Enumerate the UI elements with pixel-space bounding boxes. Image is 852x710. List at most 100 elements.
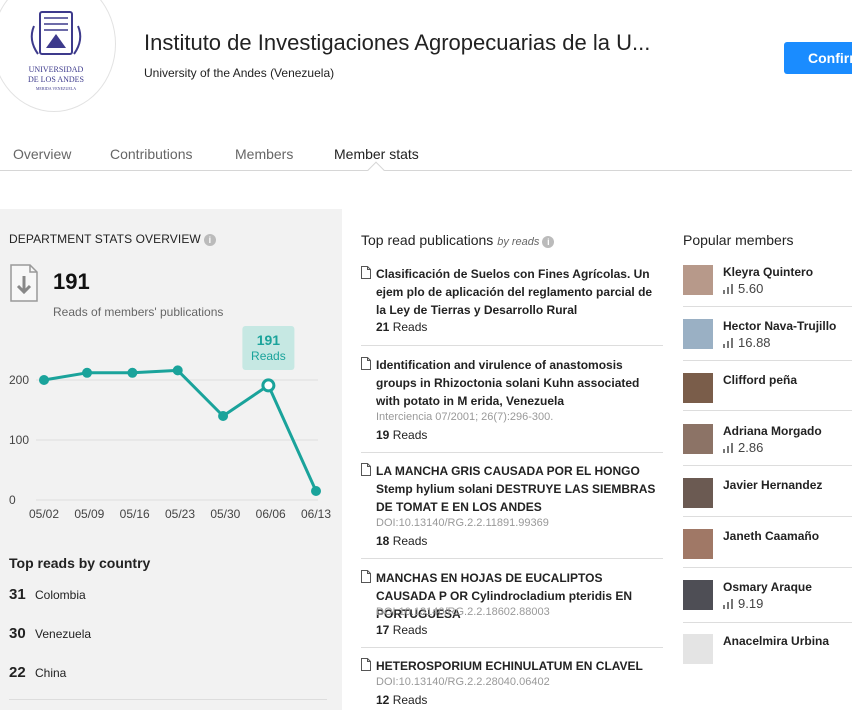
publication-title[interactable]: LA MANCHA GRIS CAUSADA POR EL HONGO Stem… [376,462,663,516]
reads-word: Reads [392,534,428,548]
reads-word: Reads [392,428,428,442]
member-score: 2.86 [723,440,763,455]
x-tick-label: 05/16 [120,507,150,521]
reads-word: Reads [392,320,428,334]
country-count: 30 [9,625,26,642]
publication-title[interactable]: Clasificación de Suelos con Fines Agríco… [376,265,663,319]
publication-title[interactable]: HETEROSPORIUM ECHINULATUM EN CLAVEL [376,657,663,675]
publication-reads: 17 Reads [376,623,427,637]
x-tick-label: 05/02 [29,507,59,521]
stats-overview-title: DEPARTMENT STATS OVERVIEW [9,232,201,246]
x-tick-label: 05/30 [210,507,240,521]
reads-line-chart: 0 100 200 05/02 05/09 05/16 05/23 05/30 06/06 06/… [9,326,331,521]
logo-text-line-3: MERIDA VENEZUELA [36,86,76,91]
tab-member-stats[interactable]: Member stats [334,146,419,162]
logo-text-line-2: DE LOS ANDES [28,75,84,84]
sort-by-label: by reads [497,236,540,248]
y-tick-label: 100 [9,433,29,447]
divider [683,516,852,517]
data-point[interactable] [311,486,321,496]
member-avatar[interactable] [683,319,713,349]
member-name[interactable]: Kleyra Quintero [723,265,813,279]
publication-reads: 19 Reads [376,428,427,442]
divider [683,306,852,307]
member-name[interactable]: Janeth Caamaño [723,529,819,543]
institution-title: Instituto de Investigaciones Agropecuari… [144,30,651,55]
member-avatar[interactable] [683,478,713,508]
member-avatar[interactable] [683,424,713,454]
reads-download-icon [10,264,38,302]
reads-number: 21 [376,320,390,334]
document-icon [361,357,371,370]
publication-reads: 12 Reads [376,693,427,707]
reads-series-line [43,368,318,492]
tab-overview[interactable]: Overview [13,146,71,162]
reads-word: Reads [392,623,428,637]
document-icon [361,570,371,583]
data-point[interactable] [127,367,138,378]
country-row: 31 Colombia [9,586,86,604]
document-icon [361,266,371,279]
member-score-value: 9.19 [738,596,764,611]
info-icon[interactable]: i [542,236,555,248]
divider [361,647,663,648]
document-icon [361,463,371,476]
member-name[interactable]: Clifford peña [723,373,797,387]
tab-members[interactable]: Members [235,146,293,162]
data-point[interactable] [172,365,183,376]
confirm-button[interactable]: Confirm [784,42,852,74]
country-count: 31 [9,586,26,603]
member-score-value: 2.86 [738,440,764,455]
data-point[interactable] [82,367,93,378]
divider [683,360,852,361]
member-name[interactable]: Javier Hernandez [723,478,822,492]
reads-number: 18 [376,534,390,548]
publication-item: HETEROSPORIUM ECHINULATUM EN CLAVEL DOI:… [361,657,663,710]
reads-word: Reads [392,693,428,707]
divider [683,567,852,568]
institution-subtitle[interactable]: University of the Andes (Venezuela) [144,66,334,80]
divider [9,699,327,700]
tab-contributions[interactable]: Contributions [110,146,193,162]
tooltip-label: Reads [251,349,286,363]
member-avatar[interactable] [683,580,713,610]
popular-members-heading: Popular members [683,232,794,248]
reads-number: 17 [376,623,390,637]
publication-item: MANCHAS EN HOJAS DE EUCALIPTOS CAUSADA P… [361,569,663,639]
member-avatar[interactable] [683,529,713,559]
x-tick-label: 05/23 [165,507,195,521]
rg-score-icon [723,599,735,609]
member-avatar[interactable] [683,634,713,664]
member-name[interactable]: Hector Nava-Trujillo [723,319,836,333]
x-tick-label: 05/09 [74,507,104,521]
member-avatar[interactable] [683,373,713,403]
x-tick-label: 06/13 [301,507,331,521]
country-name: China [35,666,67,680]
rg-score-icon [723,284,735,294]
publication-reads: 18 Reads [376,534,427,548]
publication-title[interactable]: Identification and virulence of anastomo… [376,356,663,410]
info-icon[interactable]: i [203,234,216,246]
university-logo: UNIVERSIDAD DE LOS ANDES MERIDA VENEZUEL… [28,11,84,91]
country-row: 30 Venezuela [9,625,91,643]
stats-overview-heading: DEPARTMENT STATS OVERVIEW i [9,232,216,246]
highlighted-data-point[interactable] [261,378,276,393]
member-name[interactable]: Osmary Araque [723,580,812,594]
active-tab-indicator [367,161,385,179]
data-point[interactable] [39,375,49,385]
member-score: 9.19 [723,596,763,611]
member-score-value: 5.60 [738,281,764,296]
divider [683,622,852,623]
member-score: 16.88 [723,335,771,350]
data-point[interactable] [218,411,229,421]
publication-item: Clasificación de Suelos con Fines Agríco… [361,265,663,339]
member-avatar[interactable] [683,265,713,295]
country-row: 22 China [9,664,66,682]
member-score: 5.60 [723,281,763,296]
member-name[interactable]: Anacelmira Urbina [723,634,829,648]
top-publications-title: Top read publications [361,232,494,248]
publication-item: Identification and virulence of anastomo… [361,356,663,444]
publication-meta: DOI:10.13140/RG.2.2.18602.88003 [376,606,550,618]
reads-number: 12 [376,693,390,707]
member-name[interactable]: Adriana Morgado [723,424,822,438]
